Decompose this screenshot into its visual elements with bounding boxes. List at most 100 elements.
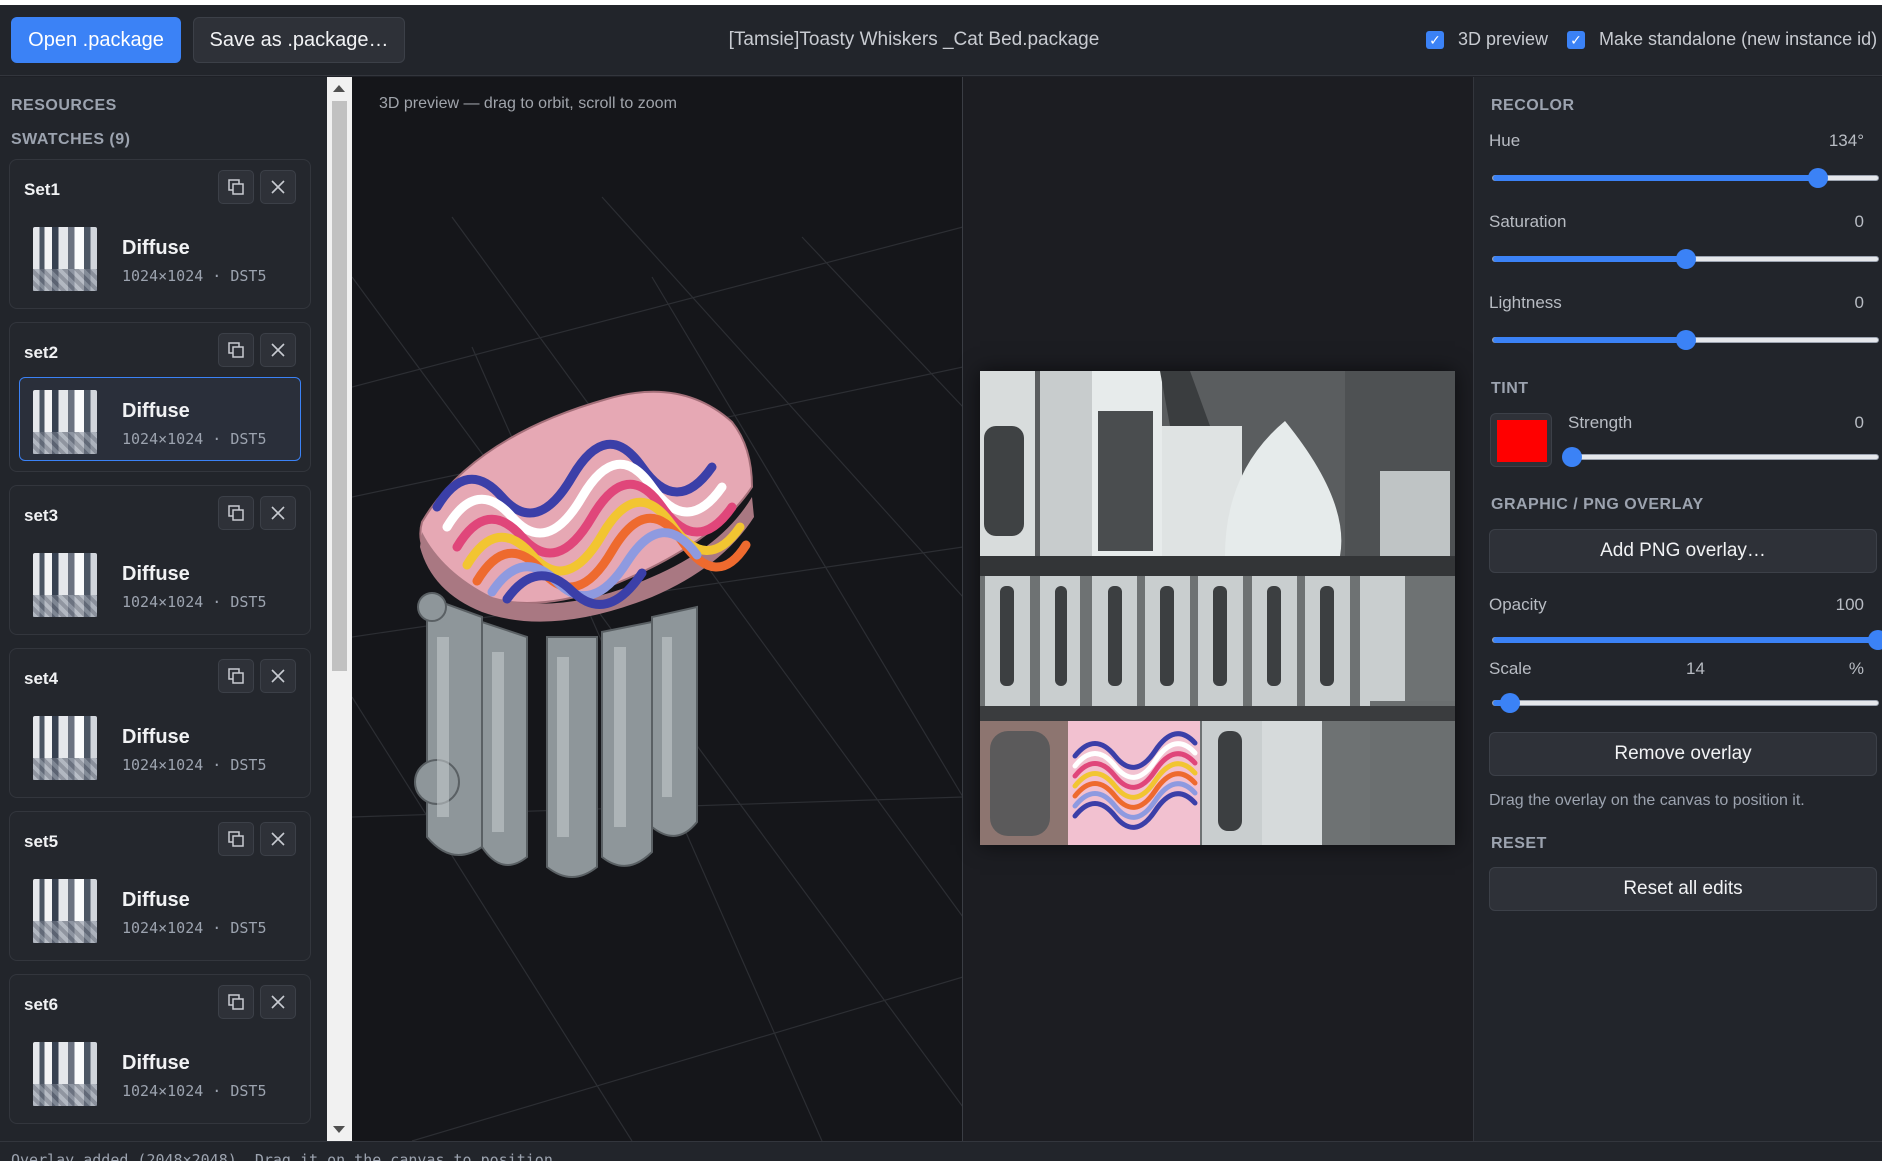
texture-row[interactable]: Diffuse 1024×1024 · DST5 (19, 377, 301, 461)
saturation-slider-fill (1493, 256, 1686, 262)
duplicate-swatch-button[interactable] (218, 822, 254, 856)
swatch-name: set6 (24, 995, 59, 1014)
lightness-label: Lightness (1489, 293, 1562, 312)
package-title: [Tamsie]Toasty Whiskers _Cat Bed.package (728, 29, 1100, 50)
toolbar: Open .package Save as .package… [Tamsie]… (0, 5, 1882, 76)
opacity-slider-knob[interactable] (1868, 630, 1882, 650)
saturation-label: Saturation (1489, 212, 1567, 231)
duplicate-icon (228, 668, 244, 684)
close-icon (271, 832, 285, 846)
swatch-card[interactable]: set5 Diffuse 1024×1024 · DST5 (9, 811, 311, 961)
hue-value: 134° (1828, 131, 1864, 150)
texture-thumbnail (33, 553, 97, 617)
swatch-card[interactable]: set3 Diffuse 1024×1024 · DST5 (9, 485, 311, 635)
close-icon (271, 995, 285, 1009)
tint-color-picker[interactable] (1490, 413, 1552, 467)
preview-3d-checkbox[interactable]: ✓ (1426, 31, 1444, 49)
overlay-help-text: Drag the overlay on the canvas to positi… (1489, 792, 1805, 809)
hue-slider-fill (1493, 175, 1818, 181)
texture-row[interactable]: Diffuse 1024×1024 · DST5 (19, 1029, 301, 1113)
delete-swatch-button[interactable] (260, 333, 296, 367)
status-text: Overlay added (2048×2048). Drag it on th… (11, 1151, 562, 1161)
duplicate-icon (228, 994, 244, 1010)
texture-thumbnail (33, 390, 97, 454)
texture-editor-area (963, 77, 1473, 1141)
swatch-card[interactable]: set4 Diffuse 1024×1024 · DST5 (9, 648, 311, 798)
add-png-overlay-button[interactable]: Add PNG overlay… (1489, 529, 1877, 573)
texture-row[interactable]: Diffuse 1024×1024 · DST5 (19, 866, 301, 950)
texture-meta: 1024×1024 · DST5 (122, 430, 267, 448)
lightness-slider[interactable] (1492, 330, 1879, 350)
texture-thumbnail (33, 716, 97, 780)
swatches-heading: SWATCHES (9) (11, 131, 131, 148)
saturation-slider[interactable] (1492, 249, 1879, 269)
opacity-label: Opacity (1489, 595, 1547, 614)
opacity-value: 100 (1835, 595, 1864, 614)
scale-value: 14 (1686, 659, 1705, 678)
duplicate-icon (228, 505, 244, 521)
app-window: Open .package Save as .package… [Tamsie]… (0, 0, 1882, 1161)
open-package-button[interactable]: Open .package (11, 17, 181, 63)
overlay-heading: GRAPHIC / PNG OVERLAY (1491, 496, 1704, 513)
3d-preview-viewport[interactable]: 3D preview — drag to orbit, scroll to zo… (352, 77, 963, 1141)
reset-heading: RESET (1491, 835, 1547, 852)
saturation-slider-knob[interactable] (1675, 249, 1696, 269)
swatch-name: set2 (24, 343, 59, 362)
hue-slider[interactable] (1492, 168, 1879, 188)
reset-all-edits-button[interactable]: Reset all edits (1489, 867, 1877, 911)
texture-name: Diffuse (122, 400, 190, 422)
texture-meta: 1024×1024 · DST5 (122, 593, 267, 611)
texture-row[interactable]: Diffuse 1024×1024 · DST5 (19, 214, 301, 298)
swatch-name: Set1 (24, 180, 60, 199)
resources-panel: RESOURCES SWATCHES (9) Set1 Diffuse 1024… (0, 77, 327, 1141)
texture-thumbnail (33, 227, 97, 291)
delete-swatch-button[interactable] (260, 170, 296, 204)
hue-slider-knob[interactable] (1807, 168, 1828, 188)
status-bar: Overlay added (2048×2048). Drag it on th… (0, 1141, 1882, 1161)
duplicate-icon (228, 831, 244, 847)
3d-preview-render (352, 196, 963, 1141)
strength-slider[interactable] (1562, 447, 1879, 467)
texture-row[interactable]: Diffuse 1024×1024 · DST5 (19, 703, 301, 787)
lightness-slider-fill (1493, 337, 1686, 343)
lightness-slider-knob[interactable] (1675, 330, 1696, 350)
texture-name: Diffuse (122, 726, 190, 748)
texture-row[interactable]: Diffuse 1024×1024 · DST5 (19, 540, 301, 624)
close-icon (271, 180, 285, 194)
scroll-thumb[interactable] (332, 101, 347, 671)
swatch-card[interactable]: set2 Diffuse 1024×1024 · DST5 (9, 322, 311, 472)
remove-overlay-button[interactable]: Remove overlay (1489, 732, 1877, 776)
texture-canvas[interactable] (980, 371, 1455, 845)
scale-slider[interactable] (1492, 693, 1879, 713)
preview-3d-label: 3D preview (1458, 29, 1549, 49)
standalone-checkbox[interactable]: ✓ (1567, 31, 1585, 49)
delete-swatch-button[interactable] (260, 496, 296, 530)
duplicate-icon (228, 179, 244, 195)
strength-label: Strength (1568, 413, 1633, 432)
scale-unit: % (1848, 659, 1864, 678)
scroll-up-icon[interactable] (333, 85, 345, 92)
duplicate-swatch-button[interactable] (218, 333, 254, 367)
swatch-card[interactable]: Set1 Diffuse 1024×1024 · DST5 (9, 159, 311, 309)
save-package-button[interactable]: Save as .package… (193, 17, 405, 63)
texture-atlas (980, 371, 1455, 845)
opacity-slider[interactable] (1492, 630, 1882, 650)
strength-slider-knob[interactable] (1562, 447, 1582, 467)
delete-swatch-button[interactable] (260, 659, 296, 693)
scale-slider-knob[interactable] (1500, 693, 1521, 713)
scroll-down-icon[interactable] (333, 1126, 345, 1133)
swatch-card[interactable]: set6 Diffuse 1024×1024 · DST5 (9, 974, 311, 1124)
duplicate-swatch-button[interactable] (218, 659, 254, 693)
standalone-label: Make standalone (new instance id) (1599, 29, 1878, 49)
delete-swatch-button[interactable] (260, 822, 296, 856)
delete-swatch-button[interactable] (260, 985, 296, 1019)
duplicate-swatch-button[interactable] (218, 170, 254, 204)
texture-meta: 1024×1024 · DST5 (122, 919, 267, 937)
duplicate-swatch-button[interactable] (218, 985, 254, 1019)
duplicate-swatch-button[interactable] (218, 496, 254, 530)
close-icon (271, 343, 285, 357)
resources-scrollbar[interactable] (327, 77, 352, 1141)
close-icon (271, 506, 285, 520)
edit-panel: RECOLOR Hue 134° Saturation 0 Lightness … (1473, 77, 1882, 1141)
texture-name: Diffuse (122, 1052, 190, 1074)
